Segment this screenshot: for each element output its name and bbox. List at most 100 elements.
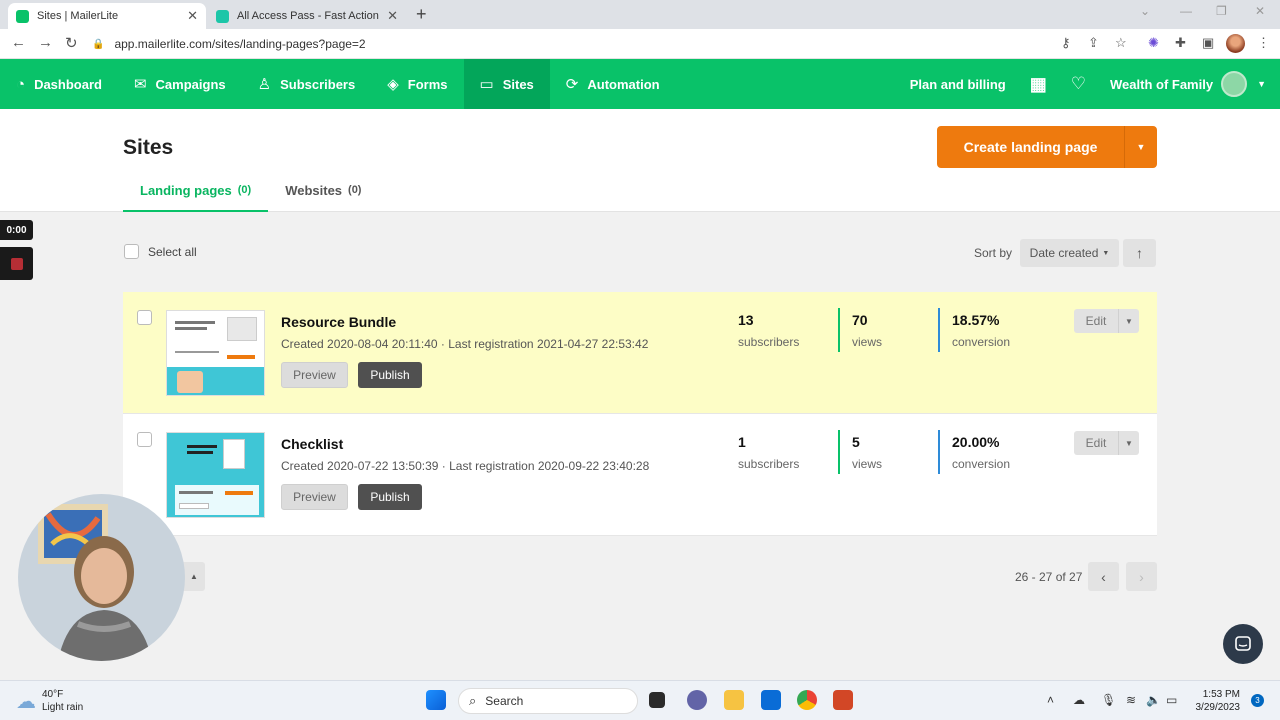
nav-item-sites[interactable]: ▭ Sites xyxy=(463,59,550,109)
sort-select[interactable]: Date created ▼ xyxy=(1020,239,1119,267)
speaker-icon[interactable]: 🔈 xyxy=(1146,693,1161,707)
scroll-top-button[interactable]: ▲ xyxy=(183,562,205,591)
sites-tabs: Landing pages (0) Websites (0) xyxy=(123,173,378,212)
outlook-icon[interactable] xyxy=(761,690,781,710)
page-title: Sites xyxy=(123,136,174,159)
edit-button[interactable]: Edit xyxy=(1074,431,1119,455)
tab-search-icon[interactable]: ⌄ xyxy=(1140,4,1150,18)
url-field[interactable]: 🔒 app.mailerlite.com/sites/landing-pages… xyxy=(92,33,1052,55)
preview-button[interactable]: Preview xyxy=(281,362,348,388)
weather-widget[interactable]: ☁ 40°F Light rain xyxy=(16,688,83,714)
row-checkbox[interactable] xyxy=(137,432,152,447)
browser-tab-mailerlite[interactable]: Sites | MailerLite ✕ xyxy=(8,3,206,29)
sort-value: Date created xyxy=(1029,246,1099,260)
landing-page-thumbnail[interactable] xyxy=(166,432,265,518)
select-all[interactable]: Select all xyxy=(124,244,197,259)
app-navigation: ◔ Dashboard ✉ Campaigns ♙ Subscribers ◈ … xyxy=(0,59,1280,109)
previous-page-button[interactable]: ‹ xyxy=(1088,562,1119,591)
weather-condition: Light rain xyxy=(42,702,84,713)
row-checkbox[interactable] xyxy=(137,310,152,325)
subscribers-label: subscribers xyxy=(738,457,800,471)
tab-landing-pages[interactable]: Landing pages (0) xyxy=(123,173,269,212)
chevron-down-icon[interactable]: ▼ xyxy=(1119,309,1139,333)
plan-billing-link[interactable]: Plan and billing xyxy=(910,77,1006,92)
forward-icon[interactable]: → xyxy=(38,34,53,51)
nav-item-forms[interactable]: ◈ Forms xyxy=(371,59,463,109)
publish-button[interactable]: Publish xyxy=(358,484,422,510)
account-name: Wealth of Family xyxy=(1110,76,1214,92)
landing-page-name[interactable]: Checklist xyxy=(281,436,343,452)
edit-button[interactable]: Edit xyxy=(1074,309,1119,333)
stop-icon xyxy=(10,257,23,270)
stop-recording-button[interactable] xyxy=(0,247,33,280)
weather-temp: 40°F xyxy=(42,689,64,700)
menu-dots-icon[interactable]: ⋮ xyxy=(1257,35,1270,51)
extension-icon[interactable]: ✺ xyxy=(1148,35,1159,51)
sidebar-icon[interactable]: ▣ xyxy=(1202,35,1214,51)
close-tab-icon[interactable]: ✕ xyxy=(387,8,398,24)
layers-icon: ◈ xyxy=(387,76,399,93)
nav-item-campaigns[interactable]: ✉ Campaigns xyxy=(118,59,242,109)
select-all-checkbox[interactable] xyxy=(124,244,139,259)
views-divider xyxy=(838,430,840,474)
notification-badge[interactable]: 3 xyxy=(1251,694,1264,707)
browser-tab-bar: Sites | MailerLite ✕ All Access Pass - F… xyxy=(0,0,1280,29)
chevron-down-icon[interactable]: ▼ xyxy=(1119,431,1139,455)
landing-page-name[interactable]: Resource Bundle xyxy=(281,314,396,330)
chevron-left-icon: ‹ xyxy=(1101,568,1106,585)
chevron-down-icon[interactable]: ▼ xyxy=(1125,126,1157,168)
browser-tab-all-access[interactable]: All Access Pass - Fast Action » Po ✕ xyxy=(208,3,406,29)
back-icon[interactable]: ← xyxy=(11,34,26,51)
pagination-info: 26 - 27 of 27 xyxy=(1015,570,1083,584)
nav-item-dashboard[interactable]: ◔ Dashboard xyxy=(0,59,118,109)
chevron-up-icon[interactable]: ˄ xyxy=(1047,693,1054,707)
create-landing-page-button[interactable]: Create landing page ▼ xyxy=(937,126,1157,168)
account-menu[interactable]: Wealth of Family ▼ xyxy=(1110,71,1266,97)
heart-icon[interactable]: ♡ xyxy=(1071,74,1086,94)
close-window-icon[interactable]: ✕ xyxy=(1255,4,1265,18)
create-landing-page-label[interactable]: Create landing page xyxy=(937,126,1125,168)
taskbar-search[interactable]: ⌕ Search xyxy=(458,688,638,714)
publish-button[interactable]: Publish xyxy=(358,362,422,388)
bookmark-star-icon[interactable]: ☆ xyxy=(1115,35,1127,51)
powerpoint-icon[interactable] xyxy=(833,690,853,710)
landing-page-thumbnail[interactable] xyxy=(166,310,265,396)
key-icon[interactable]: ⚷ xyxy=(1061,35,1071,51)
taskbar-clock[interactable]: 1:53 PM 3/29/2023 xyxy=(1192,688,1241,714)
minimize-icon[interactable]: — xyxy=(1180,4,1192,18)
clock-date: 3/29/2023 xyxy=(1195,702,1241,713)
puzzle-icon[interactable]: ✚ xyxy=(1175,35,1186,51)
restore-icon[interactable]: ❐ xyxy=(1216,4,1227,18)
next-page-button[interactable]: › xyxy=(1126,562,1157,591)
file-explorer-icon[interactable] xyxy=(724,690,744,710)
select-all-label: Select all xyxy=(148,244,197,259)
apps-grid-icon[interactable]: ▦ xyxy=(1030,74,1047,95)
onedrive-icon[interactable]: ☁ xyxy=(1073,693,1085,707)
person-icon: ♙ xyxy=(257,76,272,93)
battery-icon[interactable]: ▭ xyxy=(1166,693,1177,707)
teams-chat-icon[interactable] xyxy=(687,690,707,710)
reload-icon[interactable]: ↻ xyxy=(65,34,78,52)
subscribers-stat: 1 subscribers xyxy=(738,434,799,471)
close-tab-icon[interactable]: ✕ xyxy=(187,8,198,24)
nav-item-automation[interactable]: ⟳ Automation xyxy=(550,59,676,109)
page-header: Sites Landing pages (0) Websites (0) Cre… xyxy=(0,109,1280,212)
microphone-icon[interactable]: 🎙 xyxy=(1101,693,1116,707)
tab-count: (0) xyxy=(237,184,252,196)
arrow-up-icon: ↑ xyxy=(1136,245,1143,261)
chrome-icon[interactable] xyxy=(797,690,817,710)
windows-start-icon[interactable] xyxy=(426,690,446,710)
nav-label: Sites xyxy=(502,76,534,92)
preview-button[interactable]: Preview xyxy=(281,484,348,510)
task-view-icon[interactable] xyxy=(649,692,665,708)
subscribers-count: 1 xyxy=(738,434,746,450)
wifi-icon[interactable]: ≋ xyxy=(1126,693,1136,707)
share-icon[interactable]: ⇪ xyxy=(1088,35,1099,51)
profile-avatar[interactable] xyxy=(1226,34,1245,53)
new-tab-icon[interactable]: + xyxy=(416,4,427,25)
chat-launcher-button[interactable] xyxy=(1223,624,1263,664)
sort-direction-button[interactable]: ↑ xyxy=(1123,239,1156,267)
landing-page-meta: Created 2020-08-04 20:11:40 · Last regis… xyxy=(281,337,649,351)
nav-item-subscribers[interactable]: ♙ Subscribers xyxy=(242,59,372,109)
tab-websites[interactable]: Websites (0) xyxy=(268,173,378,212)
